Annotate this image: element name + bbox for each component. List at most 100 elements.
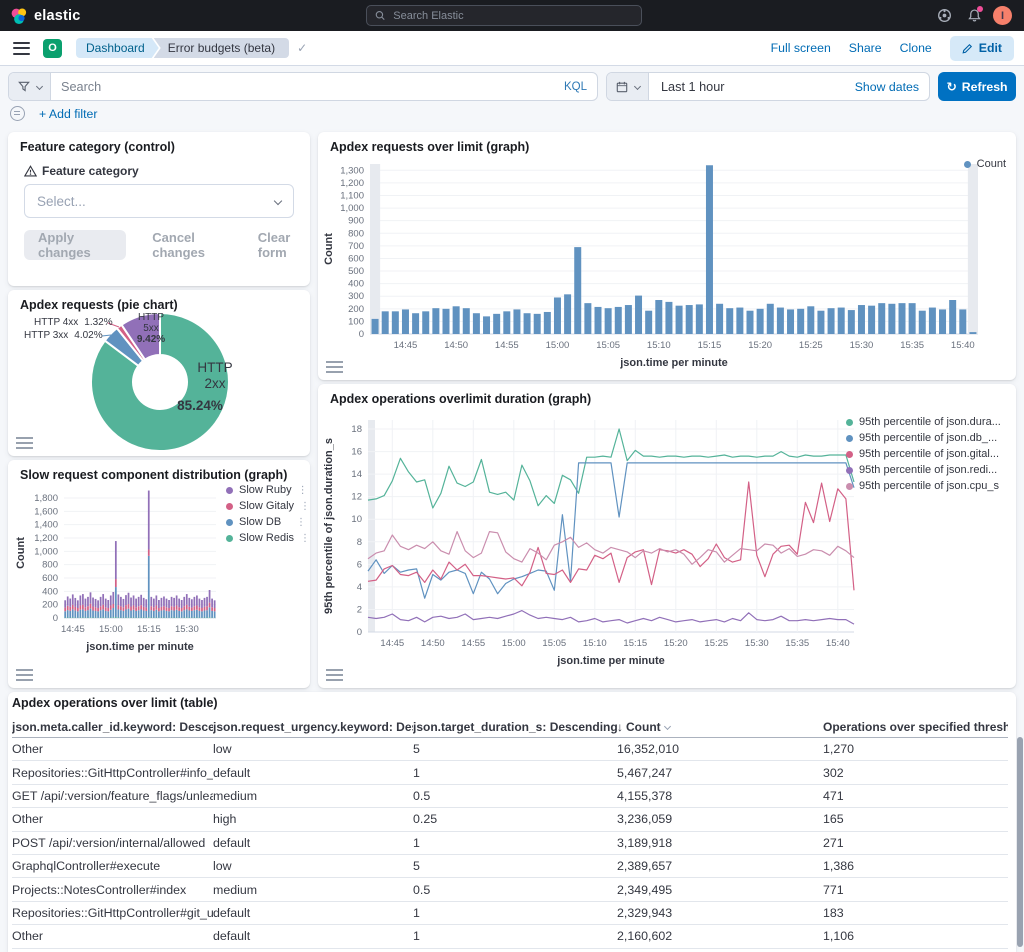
legend-item[interactable]: 95th percentile of json.gital... [846,448,1001,460]
table-column-header[interactable]: ↓Count [617,720,823,734]
table-cell: Other [12,742,213,756]
legend-actions-icon[interactable]: ⋮ [298,485,308,496]
global-search-input[interactable] [391,9,633,23]
table-column-header[interactable]: Operations over specified threshold... [823,720,1008,734]
svg-text:400: 400 [42,586,58,597]
svg-text:15:20: 15:20 [664,638,688,649]
svg-text:15:00: 15:00 [99,624,123,635]
saved-query-menu-button[interactable] [9,73,51,100]
table-row[interactable]: GraphqlController#executelow52,389,6571,… [12,855,1008,878]
time-range-value[interactable]: Last 1 hour [649,73,845,100]
legend-toggle-icon[interactable] [16,669,33,681]
global-search[interactable] [366,5,642,26]
table-cell: 1 [413,929,617,943]
table-cell: 0.5 [413,789,617,803]
table-row[interactable]: POST /api/:version/internal/alloweddefau… [12,832,1008,855]
legend-item[interactable]: Slow Redis⋮ [226,532,306,544]
refresh-button[interactable]: ↻ Refresh [938,72,1016,101]
legend-item[interactable]: Slow Ruby⋮ [226,484,306,496]
svg-text:600: 600 [348,253,364,264]
space-badge[interactable]: O [43,39,62,58]
svg-text:200: 200 [42,600,58,611]
feature-category-select[interactable]: Select... [24,184,294,218]
table-column-header[interactable]: json.request_urgency.keyword: Des... [213,720,413,734]
svg-text:8: 8 [357,537,362,548]
legend-actions-icon[interactable]: ⋮ [296,517,306,528]
table-row[interactable]: Repositories::GitHttpController#info_ref… [12,761,1008,784]
table-column-header[interactable]: json.meta.caller_id.keyword: Desce... [12,720,213,734]
table-cell: 1 [413,906,617,920]
table-cell: 1,106 [823,929,1008,943]
table-row[interactable]: Repositories::GitHttpController#git_upl.… [12,902,1008,925]
table-row[interactable]: Otherlow516,352,0101,270 [12,738,1008,761]
panel-apdex-overlimit-duration: Apdex operations overlimit duration (gra… [318,384,1016,688]
legend-item[interactable]: Slow DB⋮ [226,516,306,528]
legend-toggle-icon[interactable] [326,361,343,373]
svg-text:14:45: 14:45 [61,624,85,635]
nav-link-clone[interactable]: Clone [900,41,932,55]
table-row[interactable]: Otherhigh0.253,236,059165 [12,808,1008,831]
breadcrumb-dashboard[interactable]: Dashboard [76,38,159,58]
user-avatar[interactable]: I [993,6,1012,25]
search-input[interactable] [51,73,554,100]
menu-hamburger-icon[interactable] [13,42,30,55]
nav-link-full-screen[interactable]: Full screen [771,41,831,55]
legend-item[interactable]: 95th percentile of json.cpu_s [846,480,1001,492]
show-dates-link[interactable]: Show dates [845,73,929,100]
kql-toggle[interactable]: KQL [554,73,597,100]
table-cell: 16,352,010 [617,742,823,756]
svg-text:15:20: 15:20 [748,340,772,351]
legend-item[interactable]: Count [964,158,1006,170]
breadcrumb-current[interactable]: Error budgets (beta) [154,38,289,58]
svg-text:15:30: 15:30 [175,624,199,635]
page-scrollbar[interactable] [1017,737,1023,947]
legend-label: 95th percentile of json.gital... [859,448,999,460]
nav-link-share[interactable]: Share [849,41,882,55]
calendar-menu-button[interactable] [607,73,649,100]
svg-text:16: 16 [351,447,362,458]
search-icon [375,10,385,21]
table-row[interactable]: Otherdefault12,160,6021,106 [12,925,1008,948]
svg-text:json.time per minute: json.time per minute [556,655,665,667]
legend-actions-icon[interactable]: ⋮ [300,533,310,544]
legend-label: Count [977,158,1006,170]
table-cell: 0.5 [413,883,617,897]
table-cell: Repositories::GitHttpController#info_ref… [12,766,213,780]
legend-dot-icon [846,467,853,474]
table-column-header[interactable]: json.target_duration_s: Descending [413,720,617,734]
edit-button[interactable]: Edit [950,36,1014,61]
table-cell: 471 [823,789,1008,803]
legend-toggle-icon[interactable] [326,669,343,681]
legend-item[interactable]: 95th percentile of json.redi... [846,464,1001,476]
svg-text:15:40: 15:40 [951,340,975,351]
cancel-changes-button[interactable]: Cancel changes [152,230,232,260]
svg-text:12: 12 [351,492,362,503]
pie-label-http-5xx: HTTP 5xx 9.42% [132,312,170,345]
legend-item[interactable]: 95th percentile of json.dura... [846,416,1001,428]
svg-text:1,000: 1,000 [340,203,364,214]
newsfeed-bell-icon[interactable] [963,5,985,27]
table-cell: 771 [823,883,1008,897]
legend-item[interactable]: Slow Gitaly⋮ [226,500,306,512]
elastic-logo-icon[interactable] [10,7,28,25]
table-row[interactable]: GET /api/:version/feature_flags/unleash.… [12,785,1008,808]
svg-text:15:15: 15:15 [623,638,647,649]
guided-setup-icon[interactable] [933,5,955,27]
table-cell: 3,236,059 [617,812,823,826]
apply-changes-button[interactable]: Apply changes [24,230,126,260]
add-filter-link[interactable]: + Add filter [39,107,97,121]
bar-chart[interactable]: 01002003004005006007008009001,0001,1001,… [320,156,1014,376]
clear-form-button[interactable]: Clear form [258,230,310,260]
svg-text:100: 100 [348,316,364,327]
table-cell: default [213,836,413,850]
legend-actions-icon[interactable]: ⋮ [300,501,310,512]
svg-text:18: 18 [351,424,362,435]
legend-toggle-icon[interactable] [16,437,33,449]
svg-text:300: 300 [348,291,364,302]
pie-label-http-4xx: HTTP 4xx1.32% [34,317,113,328]
table-row[interactable]: Projects::NotesController#indexmedium0.5… [12,878,1008,901]
filter-menu-icon[interactable] [10,106,25,121]
legend-dot-icon [846,451,853,458]
table-cell: 5 [413,859,617,873]
legend-item[interactable]: 95th percentile of json.db_... [846,432,1001,444]
